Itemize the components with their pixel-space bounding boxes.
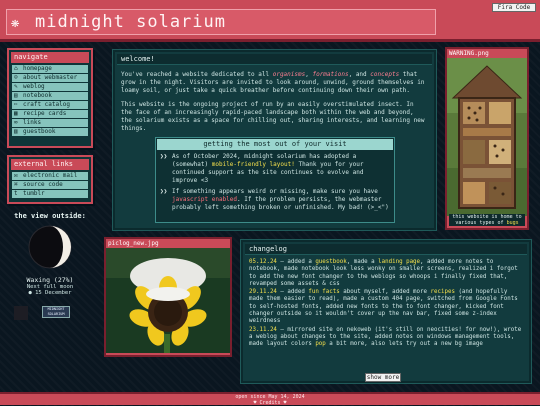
navigate-panel: navigate ⌂ homepage ☺ about webmaster ✎ weblo… [7,48,93,148]
organisms-link[interactable]: organisms [273,71,306,78]
nav-item-label: guestbook [23,128,56,135]
nav-item-label: notebook [23,92,52,99]
external-link-item[interactable]: ✉ electronic mail [12,172,88,180]
changelog-link[interactable]: fun facts [308,289,339,295]
external-links-list: ✉ electronic mail ⌘ source code t tumblr [12,172,88,198]
visit-tips-box: getting the most out of your visit ❯❯ As… [155,137,395,223]
warning-image-panel: WARNING.png this website is home to vari… [445,47,529,230]
book-icon: ▥ [14,128,18,135]
changelog-text: — added a [276,259,316,265]
changelog-link[interactable]: guestbook [315,259,346,265]
moon-widget: the view outside: Waxing (27%) Next full… [7,210,93,340]
changelog-link[interactable]: recipes [431,289,455,295]
footer-credits-link[interactable]: ♥ Credits ♥ [0,400,540,406]
tip-item: ❯❯ As of October 2024, midnight solarium… [160,153,364,184]
external-link-item-label: source code [23,181,63,188]
tumblr-icon: t [14,190,18,197]
external-link-item-label: electronic mail [23,172,78,179]
nav-item[interactable]: ⌂ homepage [12,65,88,73]
nav-item[interactable]: ✎ weblog [12,83,88,91]
changelog-text: , made a [346,259,379,265]
moon-phase: Waxing (27%) [26,276,74,284]
home-icon: ⌂ [14,65,18,72]
changelog-date: 29.11.24 [249,289,277,296]
nav-item-label: recipe cards [23,110,67,117]
site-title: midnight solarium [35,12,226,32]
piclog-title: piclog_new.jpg [108,240,159,247]
changelog-text: a bit more, also lets try out a new bg i… [325,341,483,348]
external-links-panel: external links ✉ electronic mail ⌘ source c… [7,155,93,204]
font-changer-button[interactable]: Fira Code [492,3,536,12]
nav-item-label: homepage [23,65,52,72]
nav-item[interactable]: ∞ links [12,119,88,127]
welcome-title: welcome! [117,54,432,65]
nav-item[interactable]: ✂ craft catalog [12,101,88,109]
person-icon: ☺ [14,74,18,81]
changelog-text: about myself, added more [339,289,431,296]
external-links-title: external links [11,159,89,170]
changelog-text: — added [276,289,309,296]
changelog-panel: changelog 05.12.24 — added a guestbook, … [241,240,531,383]
double-chevron-icon: ❯❯ [160,188,168,195]
bug-hotel-image [447,58,527,216]
changelog-entry: 23.11.24 — mirrored site on nekoweb (it'… [249,327,523,349]
changelog-link[interactable]: pop [315,341,325,347]
changelog-date: 23.11.24 [249,326,277,333]
mail-icon: ✉ [14,172,18,179]
nav-item[interactable]: ▤ notebook [12,92,88,100]
changelog-list: 05.12.24 — added a guestbook, made a lan… [243,257,529,352]
nav-item[interactable]: ▥ guestbook [12,128,88,136]
site-title-bar: ❋ midnight solarium [6,9,436,35]
show-more-button[interactable]: show more [365,373,401,382]
nav-item-label: links [23,119,42,126]
link-icon: ∞ [14,119,18,126]
piclog-panel: piclog_new.jpg [104,237,232,357]
concepts-link[interactable]: concepts [370,71,399,78]
code-icon: ⌘ [14,181,18,188]
tip-item: ❯❯ If something appears weird or missing… [160,188,389,211]
external-link-item[interactable]: t tumblr [12,190,88,198]
site-badge[interactable]: MIDNIGHT SOLARIUM [42,306,70,318]
scissors-icon: ✂ [14,101,18,108]
changelog-entry: 05.12.24 — added a guestbook, made a lan… [249,259,523,288]
moon-icon [28,225,72,269]
navigate-list: ⌂ homepage ☺ about webmaster ✎ weblog ▤ noteboo… [12,65,88,136]
nav-item-label: craft catalog [23,101,70,108]
site-header: ❋ midnight solarium [0,0,540,42]
changelog-title: changelog [245,244,527,255]
view-title: the view outside: [14,212,86,220]
nav-item[interactable]: ☺ about webmaster [12,74,88,82]
site-footer: open since May 14, 2024 ♥ Credits ♥ [0,392,540,406]
nav-item-label: weblog [23,83,45,90]
welcome-paragraph-2: This website is the ongoing project of r… [121,101,425,132]
notebook-icon: ▤ [14,92,18,99]
next-full-moon-date: ● 15 December [28,290,72,296]
visit-tips-title: getting the most out of your visit [157,139,393,150]
warning-image-title: WARNING.png [449,50,489,57]
external-link-item-label: tumblr [23,190,45,197]
cards-icon: ▦ [14,110,18,117]
changelog-link[interactable]: landing page [378,259,420,265]
nav-item-label: about webmaster [23,74,78,81]
navigate-title: navigate [11,52,89,63]
warning-caption: this website is home to various types of… [449,214,525,226]
nav-item[interactable]: ▦ recipe cards [12,110,88,118]
welcome-paragraph-1: You've reached a website dedicated to al… [121,71,425,94]
sunflower-image[interactable] [106,248,230,353]
changelog-date: 05.12.24 [249,259,277,265]
pen-icon: ✎ [14,83,18,90]
formations-link[interactable]: formations [312,71,348,78]
double-chevron-icon: ❯❯ [160,153,168,160]
external-link-item[interactable]: ⌘ source code [12,181,88,189]
welcome-panel: welcome! You've reached a website dedica… [113,50,436,230]
sparkle-icon: ❋ [11,15,21,31]
changelog-entry: 29.11.24 — added fun facts about myself,… [249,289,523,325]
small-moon-icon: ● [28,290,32,296]
bug-icon [14,306,28,320]
